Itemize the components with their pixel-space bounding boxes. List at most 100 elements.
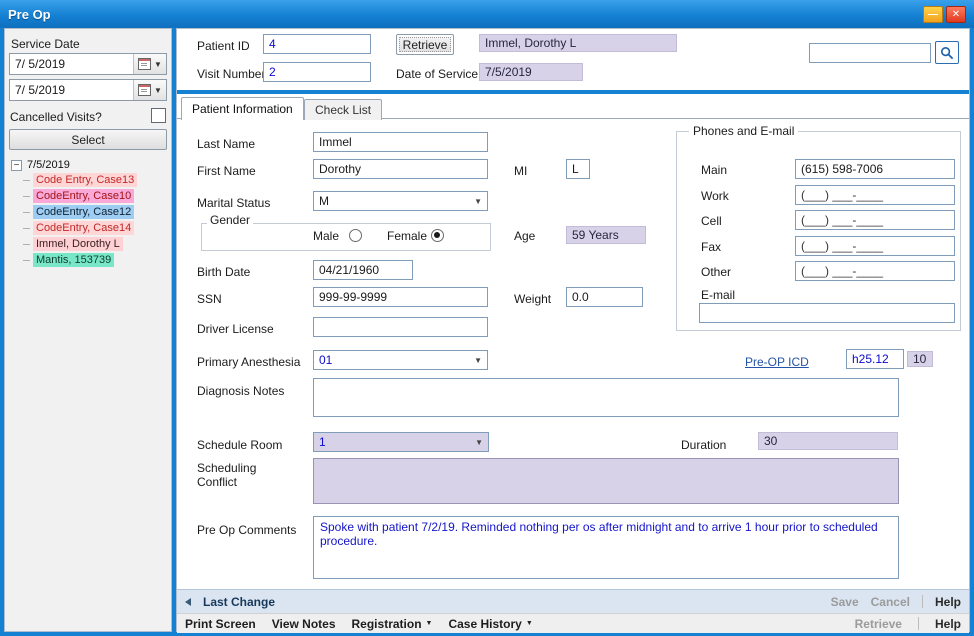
schedule-room-select[interactable]: 1 ▼	[313, 432, 489, 452]
tree-item-patient[interactable]: Immel, Dorothy L	[23, 237, 123, 251]
last-name-label: Last Name	[197, 137, 255, 151]
phone-work-label: Work	[701, 189, 729, 203]
select-button[interactable]: Select	[9, 129, 167, 150]
print-screen-button[interactable]: Print Screen	[185, 617, 256, 631]
service-date-to-picker[interactable]: 7/ 5/2019 ▼	[9, 79, 167, 101]
chevron-down-icon: ▼	[526, 620, 533, 627]
phone-cell-input[interactable]: (___) ___-____	[795, 210, 955, 230]
scheduling-conflict-label: Scheduling Conflict	[197, 461, 275, 489]
tree-branch-line	[23, 244, 30, 245]
mi-input[interactable]: L	[566, 159, 590, 179]
service-date-from-picker[interactable]: 7/ 5/2019 ▼	[9, 53, 167, 75]
help-menu-button[interactable]: Help	[935, 617, 961, 631]
tab-label: Check List	[315, 103, 371, 117]
tree-item-case[interactable]: CodeEntry, Case10	[23, 189, 134, 203]
tree-item-label: CodeEntry, Case12	[33, 205, 134, 219]
titlebar: Pre Op — ✕	[0, 0, 974, 28]
view-notes-button[interactable]: View Notes	[272, 617, 336, 631]
save-button[interactable]: Save	[831, 595, 859, 609]
search-button[interactable]	[935, 41, 959, 64]
registration-label: Registration	[352, 617, 422, 631]
phone-fax-label: Fax	[701, 240, 721, 254]
marital-status-select[interactable]: M ▼	[313, 191, 488, 211]
female-label: Female	[387, 229, 427, 243]
last-change-bar: Last Change Save Cancel Help	[177, 589, 969, 613]
minimize-icon[interactable]: —	[923, 6, 943, 23]
driver-license-input[interactable]	[313, 317, 488, 337]
tree-item-case[interactable]: Code Entry, Case13	[23, 173, 137, 187]
retrieve-button[interactable]: Retrieve	[396, 34, 454, 55]
patient-id-input[interactable]: 4	[263, 34, 371, 54]
date-of-service-label: Date of Service	[396, 67, 478, 81]
first-name-input[interactable]: Dorothy	[313, 159, 488, 179]
tab-patient-information[interactable]: Patient Information	[181, 97, 304, 120]
gender-group	[201, 223, 491, 251]
tree-item-patient[interactable]: Mantis, 153739	[23, 253, 114, 267]
email-input[interactable]	[699, 303, 955, 323]
scheduling-conflict-display	[313, 458, 899, 504]
last-name-input[interactable]: Immel	[313, 132, 488, 152]
cancelled-visits-checkbox[interactable]	[151, 108, 166, 123]
phone-other-input[interactable]: (___) ___-____	[795, 261, 955, 281]
female-radio[interactable]	[431, 229, 444, 242]
pre-op-comments-textarea[interactable]: Spoke with patient 7/2/19. Reminded noth…	[313, 516, 899, 579]
tree-item-case-selected[interactable]: CodeEntry, Case12	[23, 205, 134, 219]
diagnosis-notes-textarea[interactable]	[313, 378, 899, 417]
chevron-down-icon: ▼	[470, 197, 482, 206]
duration-label: Duration	[681, 438, 726, 452]
service-date-to-dropdown[interactable]: ▼	[133, 80, 166, 100]
patient-name-display: Immel, Dorothy L	[479, 34, 677, 52]
schedule-room-label: Schedule Room	[197, 438, 282, 452]
tree-item-label: Immel, Dorothy L	[33, 237, 123, 251]
pre-op-icd-input[interactable]: h25.12	[846, 349, 904, 369]
visit-number-label: Visit Number	[197, 67, 265, 81]
retrieve-button-label: Retrieve	[403, 38, 448, 52]
service-date-from-value: 7/ 5/2019	[15, 57, 65, 71]
visit-number-input[interactable]: 2	[263, 62, 371, 82]
duration-display: 30	[758, 432, 898, 450]
phone-work-input[interactable]: (___) ___-____	[795, 185, 955, 205]
service-date-from-dropdown[interactable]: ▼	[133, 54, 166, 74]
phone-fax-input[interactable]: (___) ___-____	[795, 236, 955, 256]
driver-license-label: Driver License	[197, 322, 274, 336]
weight-input[interactable]: 0.0	[566, 287, 643, 307]
tree-branch-line	[23, 180, 30, 181]
chevron-down-icon: ▼	[154, 86, 162, 95]
help-button[interactable]: Help	[935, 595, 961, 609]
phone-main-label: Main	[701, 163, 727, 177]
pre-op-icd-count-badge: 10	[907, 351, 933, 367]
first-name-label: First Name	[197, 164, 256, 178]
case-history-menu[interactable]: Case History ▼	[448, 617, 532, 631]
birth-date-input[interactable]: 04/21/1960	[313, 260, 413, 280]
retrieve-disabled-button[interactable]: Retrieve	[855, 617, 902, 631]
tree-root-date[interactable]: 7/5/2019	[27, 159, 70, 171]
service-date-to-value: 7/ 5/2019	[15, 83, 65, 97]
weight-label: Weight	[514, 292, 551, 306]
tab-check-list[interactable]: Check List	[304, 99, 382, 120]
male-label: Male	[313, 229, 339, 243]
male-radio[interactable]	[349, 229, 362, 242]
tree-branch-line	[23, 260, 30, 261]
birth-date-label: Birth Date	[197, 265, 250, 279]
chevron-down-icon: ▼	[426, 620, 433, 627]
last-change-label[interactable]: Last Change	[203, 595, 275, 609]
tree-expander[interactable]: −	[11, 160, 22, 171]
search-input[interactable]	[809, 43, 931, 63]
close-icon[interactable]: ✕	[946, 6, 966, 23]
cancel-button[interactable]: Cancel	[871, 595, 910, 609]
cancelled-visits-label: Cancelled Visits?	[10, 110, 102, 124]
case-history-label: Case History	[448, 617, 521, 631]
tree-item-label: CodeEntry, Case14	[33, 221, 134, 235]
primary-anesthesia-select[interactable]: 01 ▼	[313, 350, 488, 370]
divider	[922, 595, 923, 608]
tree-item-case[interactable]: CodeEntry, Case14	[23, 221, 134, 235]
divider	[918, 617, 919, 630]
phone-main-input[interactable]: (615) 598-7006	[795, 159, 955, 179]
collapse-left-icon[interactable]	[185, 598, 191, 606]
ssn-input[interactable]: 999-99-9999	[313, 287, 488, 307]
blue-separator	[177, 90, 969, 94]
pre-op-icd-link[interactable]: Pre-OP ICD	[745, 355, 809, 369]
window-title: Pre Op	[8, 7, 51, 22]
registration-menu[interactable]: Registration ▼	[352, 617, 433, 631]
tree-item-label: CodeEntry, Case10	[33, 189, 134, 203]
